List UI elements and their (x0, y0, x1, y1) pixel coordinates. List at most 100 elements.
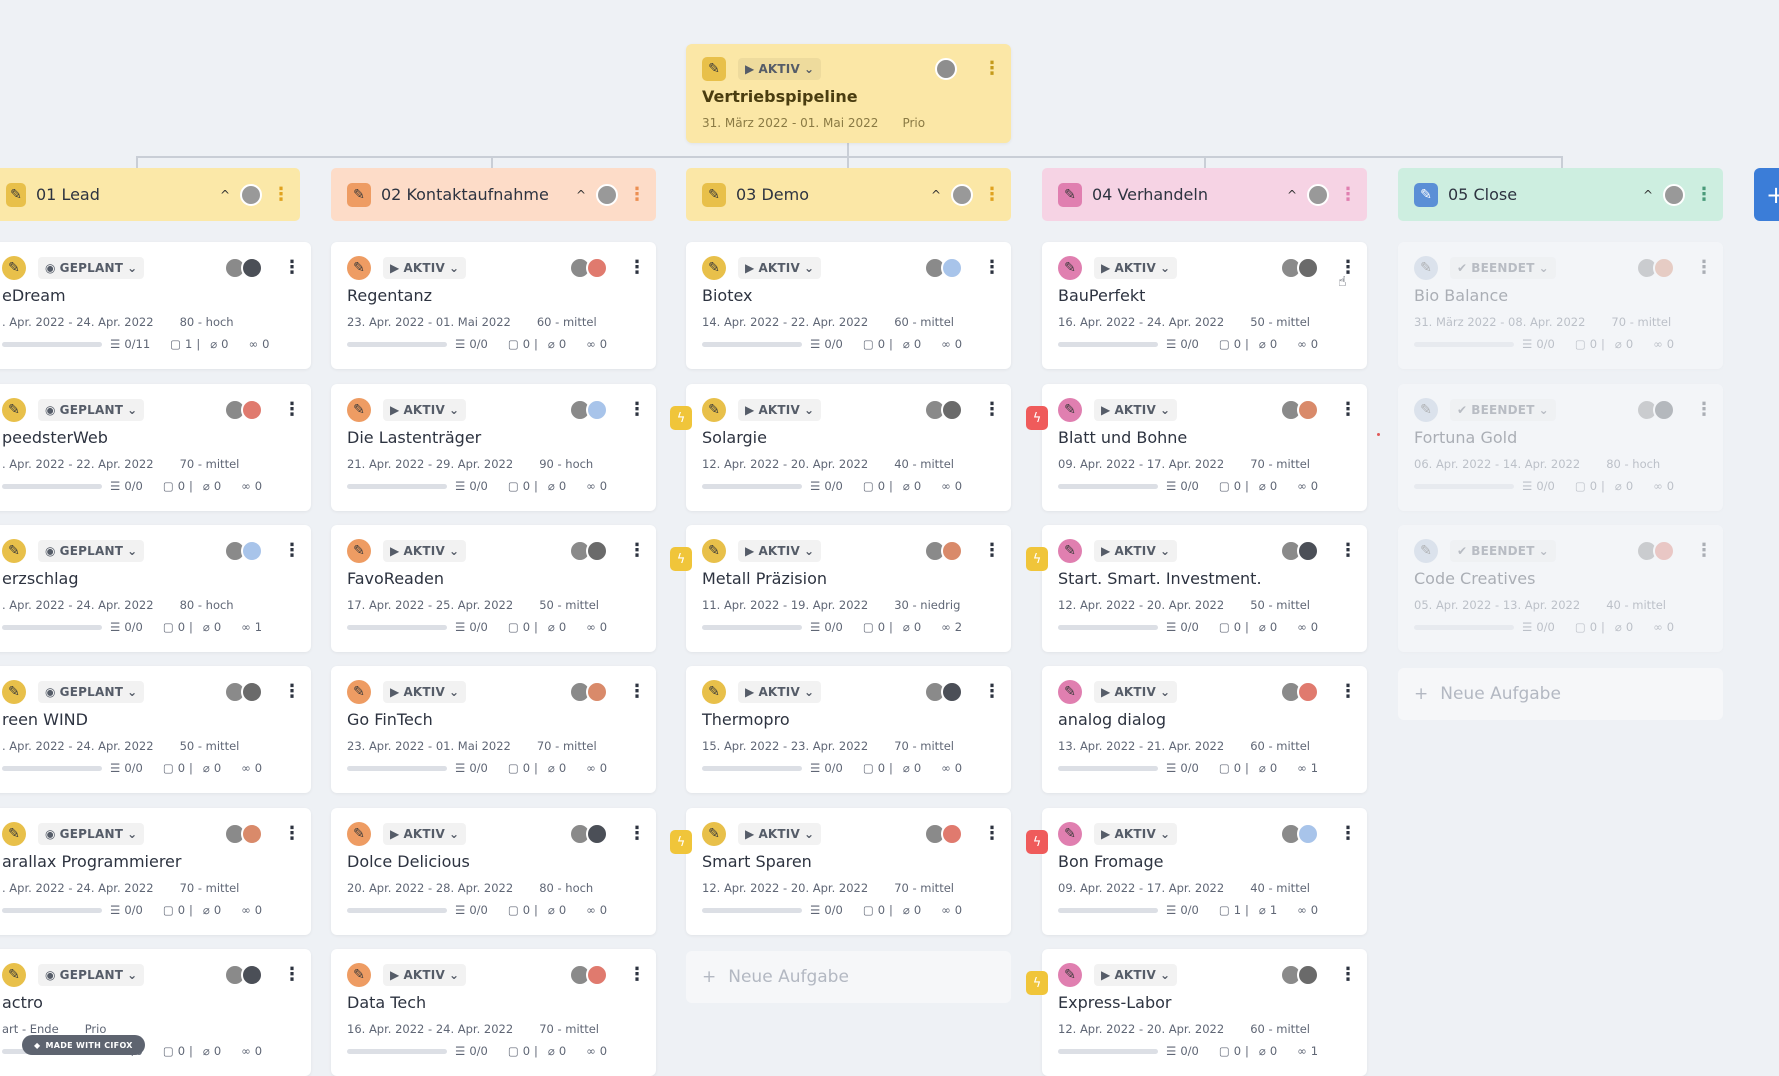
avatar[interactable] (941, 257, 963, 279)
pencil-icon[interactable]: ✎ (1058, 822, 1082, 846)
assignees[interactable] (569, 823, 608, 845)
assignees[interactable] (924, 257, 963, 279)
more-menu-icon[interactable]: ⋮ (628, 825, 646, 843)
assignees[interactable] (1636, 540, 1675, 562)
more-menu-icon[interactable]: ⋮ (283, 683, 301, 701)
status-dropdown[interactable]: ▶ AKTIV ⌄ (383, 257, 467, 279)
more-menu-icon[interactable]: ⋮ (983, 60, 1001, 78)
pencil-icon[interactable]: ✎ (2, 256, 26, 280)
more-menu-icon[interactable]: ⋮ (628, 259, 646, 277)
column-header-verhandeln[interactable]: ✎ 04 Verhandeln ^ ⋮ (1042, 168, 1367, 221)
more-menu-icon[interactable]: ⋮ (628, 185, 646, 204)
status-dropdown[interactable]: ◉ GEPLANT ⌄ (38, 257, 145, 279)
more-menu-icon[interactable]: ⋮ (1339, 542, 1357, 560)
pencil-icon[interactable]: ✎ (347, 680, 371, 704)
pencil-icon[interactable]: ✎ (702, 57, 726, 81)
more-menu-icon[interactable]: ⋮ (983, 542, 1001, 560)
status-dropdown[interactable]: ▶ AKTIV ⌄ (1094, 681, 1178, 703)
task-card[interactable]: ✎ ◉ GEPLANT ⌄ ⋮ reen WIND . Apr. 2022 - 24. … (0, 666, 311, 793)
assignees[interactable] (569, 964, 608, 986)
task-card[interactable]: ✎◉ GEPLANT ⌄⋮actroart - EndePrio☰0/0▢0 |… (0, 949, 311, 1076)
more-menu-icon[interactable]: ⋮ (1695, 259, 1713, 277)
avatar[interactable] (241, 399, 263, 421)
pencil-icon[interactable]: ✎ (2, 963, 26, 987)
more-menu-icon[interactable]: ⋮ (983, 259, 1001, 277)
more-menu-icon[interactable]: ⋮ (283, 401, 301, 419)
task-card[interactable]: ✎ ▶ AKTIV ⌄ ⋮ Blatt und Bohne 09. Apr. 2022 … (1042, 384, 1367, 511)
assignees[interactable] (569, 257, 608, 279)
status-dropdown[interactable]: ▶ AKTIV ⌄ (383, 399, 467, 421)
pencil-icon[interactable]: ✎ (702, 398, 726, 422)
pencil-icon[interactable]: ✎ (1058, 963, 1082, 987)
avatar[interactable] (596, 183, 618, 206)
pencil-icon[interactable]: ✎ (6, 182, 26, 207)
status-dropdown[interactable]: ▶ AKTIV ⌄ (738, 681, 822, 703)
pencil-icon[interactable]: ✎ (347, 539, 371, 563)
status-dropdown[interactable]: ✔ BEENDET ⌄ (1450, 540, 1556, 562)
new-task-button[interactable]: + Neue Aufgabe (1398, 668, 1723, 720)
task-card[interactable]: ✎ ▶ AKTIV ⌄ ⋮ Start. Smart. Investment. 12. … (1042, 525, 1367, 652)
avatar[interactable] (1663, 183, 1685, 206)
status-dropdown[interactable]: ◉ GEPLANT ⌄ (38, 681, 145, 703)
task-card[interactable]: ✎ ▶ AKTIV ⌄ ⋮ analog dialog 13. Apr. 2022 - … (1042, 666, 1367, 793)
add-column-button[interactable]: + (1754, 168, 1779, 221)
task-card[interactable]: ✎ ◉ GEPLANT ⌄ ⋮ eDream . Apr. 2022 - 24. Apr… (0, 242, 311, 369)
avatar[interactable] (586, 964, 608, 986)
assignees[interactable] (224, 823, 263, 845)
avatar[interactable] (941, 399, 963, 421)
collapse-icon[interactable]: ^ (1287, 188, 1297, 202)
pencil-icon[interactable]: ✎ (702, 539, 726, 563)
pencil-icon[interactable]: ✎ (1058, 539, 1082, 563)
more-menu-icon[interactable]: ⋮ (1339, 825, 1357, 843)
task-card[interactable]: ✎ ▶ AKTIV ⌄ ⋮ Bon Fromage 09. Apr. 2022 - 17… (1042, 808, 1367, 935)
task-card[interactable]: ✎ ◉ GEPLANT ⌄ ⋮ peedsterWeb . Apr. 2022 - 22… (0, 384, 311, 511)
status-dropdown[interactable]: ▶ AKTIV ⌄ (738, 58, 822, 80)
more-menu-icon[interactable]: ⋮ (628, 683, 646, 701)
collapse-icon[interactable]: ^ (576, 188, 586, 202)
pencil-icon[interactable]: ✎ (1414, 182, 1438, 207)
avatar[interactable] (1653, 399, 1675, 421)
task-card[interactable]: ✎ ▶ AKTIV ⌄ ⋮ Express-Labor 12. Apr. 2022 - … (1042, 949, 1367, 1076)
pencil-icon[interactable]: ✎ (2, 822, 26, 846)
status-dropdown[interactable]: ▶ AKTIV ⌄ (738, 823, 822, 845)
avatar[interactable] (586, 681, 608, 703)
task-card[interactable]: ✎ ✔ BEENDET ⌄ ⋮ Fortuna Gold 06. Apr. 2022 -… (1398, 384, 1723, 511)
avatar[interactable] (1307, 183, 1329, 206)
made-with-badge[interactable]: ◆ MADE WITH CIFOX (22, 1035, 145, 1055)
pencil-icon[interactable]: ✎ (2, 680, 26, 704)
status-dropdown[interactable]: ◉ GEPLANT ⌄ (38, 399, 145, 421)
avatar[interactable] (941, 540, 963, 562)
task-card[interactable]: ✎ ▶ AKTIV ⌄ ⋮ Thermopro 15. Apr. 2022 - 23. … (686, 666, 1011, 793)
assignees[interactable] (924, 681, 963, 703)
more-menu-icon[interactable]: ⋮ (983, 401, 1001, 419)
assignees[interactable] (1280, 964, 1319, 986)
task-card[interactable]: ✎ ◉ GEPLANT ⌄ ⋮ arallax Programmierer . Apr.… (0, 808, 311, 935)
status-dropdown[interactable]: ▶ AKTIV ⌄ (1094, 964, 1178, 986)
assignees[interactable] (1280, 257, 1319, 279)
pencil-icon[interactable]: ✎ (1058, 680, 1082, 704)
assignees[interactable] (224, 964, 263, 986)
more-menu-icon[interactable]: ⋮ (628, 542, 646, 560)
status-dropdown[interactable]: ▶ AKTIV ⌄ (383, 964, 467, 986)
pencil-icon[interactable]: ✎ (702, 822, 726, 846)
column-header-lead[interactable]: ✎ 01 Lead ^ ⋮ (0, 168, 300, 221)
more-menu-icon[interactable]: ⋮ (983, 683, 1001, 701)
pencil-icon[interactable]: ✎ (347, 256, 371, 280)
more-menu-icon[interactable]: ⋮ (1339, 966, 1357, 984)
avatar[interactable] (1653, 257, 1675, 279)
more-menu-icon[interactable]: ⋮ (1339, 401, 1357, 419)
status-dropdown[interactable]: ▶ AKTIV ⌄ (738, 399, 822, 421)
avatar[interactable] (586, 823, 608, 845)
avatar[interactable] (1297, 399, 1319, 421)
assignees[interactable] (1636, 399, 1675, 421)
status-dropdown[interactable]: ◉ GEPLANT ⌄ (38, 540, 145, 562)
more-menu-icon[interactable]: ⋮ (283, 966, 301, 984)
more-menu-icon[interactable]: ⋮ (1695, 185, 1713, 204)
collapse-icon[interactable]: ^ (931, 188, 941, 202)
pencil-icon[interactable]: ✎ (1058, 182, 1082, 207)
more-menu-icon[interactable]: ⋮ (1695, 542, 1713, 560)
more-menu-icon[interactable]: ⋮ (1339, 185, 1357, 204)
root-task-card[interactable]: ✎ ▶ AKTIV ⌄ ⋮ Vertriebspipeline 31. März… (686, 44, 1011, 143)
pencil-icon[interactable]: ✎ (1414, 539, 1438, 563)
pencil-icon[interactable]: ✎ (347, 398, 371, 422)
